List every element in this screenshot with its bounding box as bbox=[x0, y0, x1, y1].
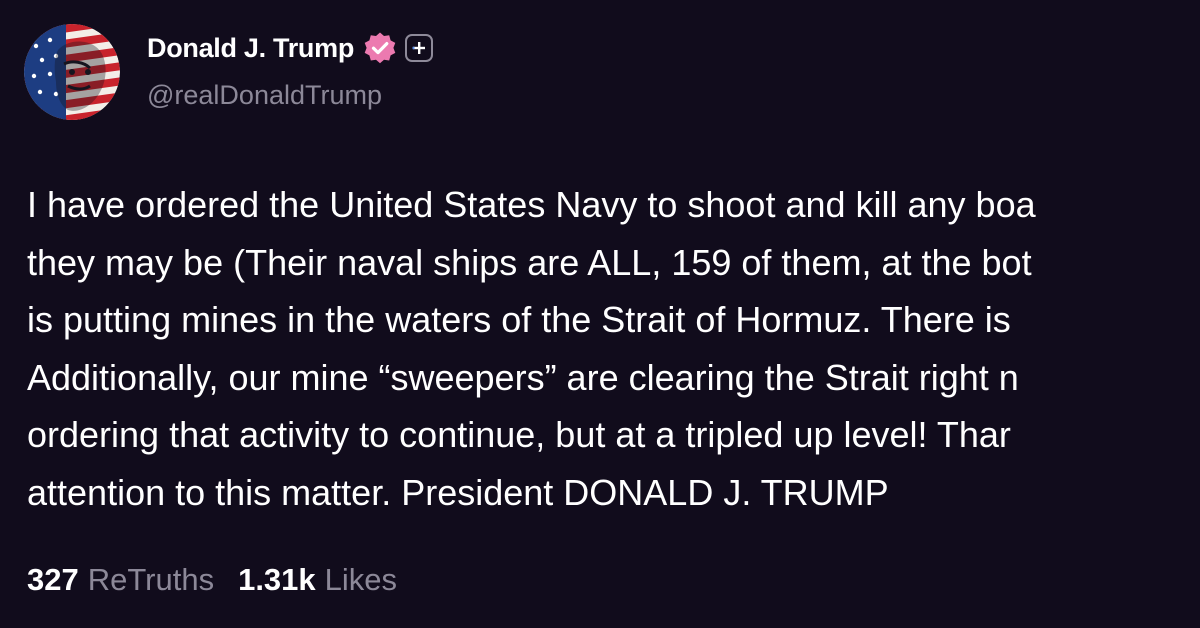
verified-badge-icon bbox=[363, 31, 397, 65]
avatar[interactable] bbox=[24, 24, 120, 120]
flag-portrait-avatar-icon bbox=[24, 24, 120, 120]
post-body-line: attention to this matter. President DONA… bbox=[27, 471, 889, 513]
retruths-count: 327 bbox=[27, 562, 79, 597]
post-body-line: Additionally, our mine “sweepers” are cl… bbox=[27, 356, 1019, 398]
author-name-row: Donald J. Trump bbox=[147, 28, 434, 68]
author-handle[interactable]: @realDonaldTrump bbox=[147, 80, 382, 111]
post-body-line: ordering that activity to continue, but … bbox=[27, 414, 1011, 455]
post-card: Donald J. Trump @realDonaldTrump I have … bbox=[0, 0, 1200, 628]
likes-label: Likes bbox=[324, 562, 398, 597]
post-body-line: they may be (Their naval ships are ALL, … bbox=[27, 241, 1032, 283]
post-body-line: is putting mines in the waters of the St… bbox=[27, 299, 1011, 340]
post-body-line: I have ordered the United States Navy to… bbox=[27, 184, 1036, 225]
post-stats: 327 ReTruths 1.31k Likes bbox=[27, 562, 397, 598]
likes-stat[interactable]: 1.31k Likes bbox=[238, 562, 397, 598]
retruths-stat[interactable]: 327 ReTruths bbox=[27, 562, 214, 598]
author-display-name[interactable]: Donald J. Trump bbox=[147, 33, 354, 64]
retruths-label: ReTruths bbox=[87, 562, 215, 597]
plus-badge-icon bbox=[405, 34, 434, 62]
likes-count: 1.31k bbox=[238, 562, 316, 597]
post-body: I have ordered the United States Navy to… bbox=[27, 176, 1200, 546]
